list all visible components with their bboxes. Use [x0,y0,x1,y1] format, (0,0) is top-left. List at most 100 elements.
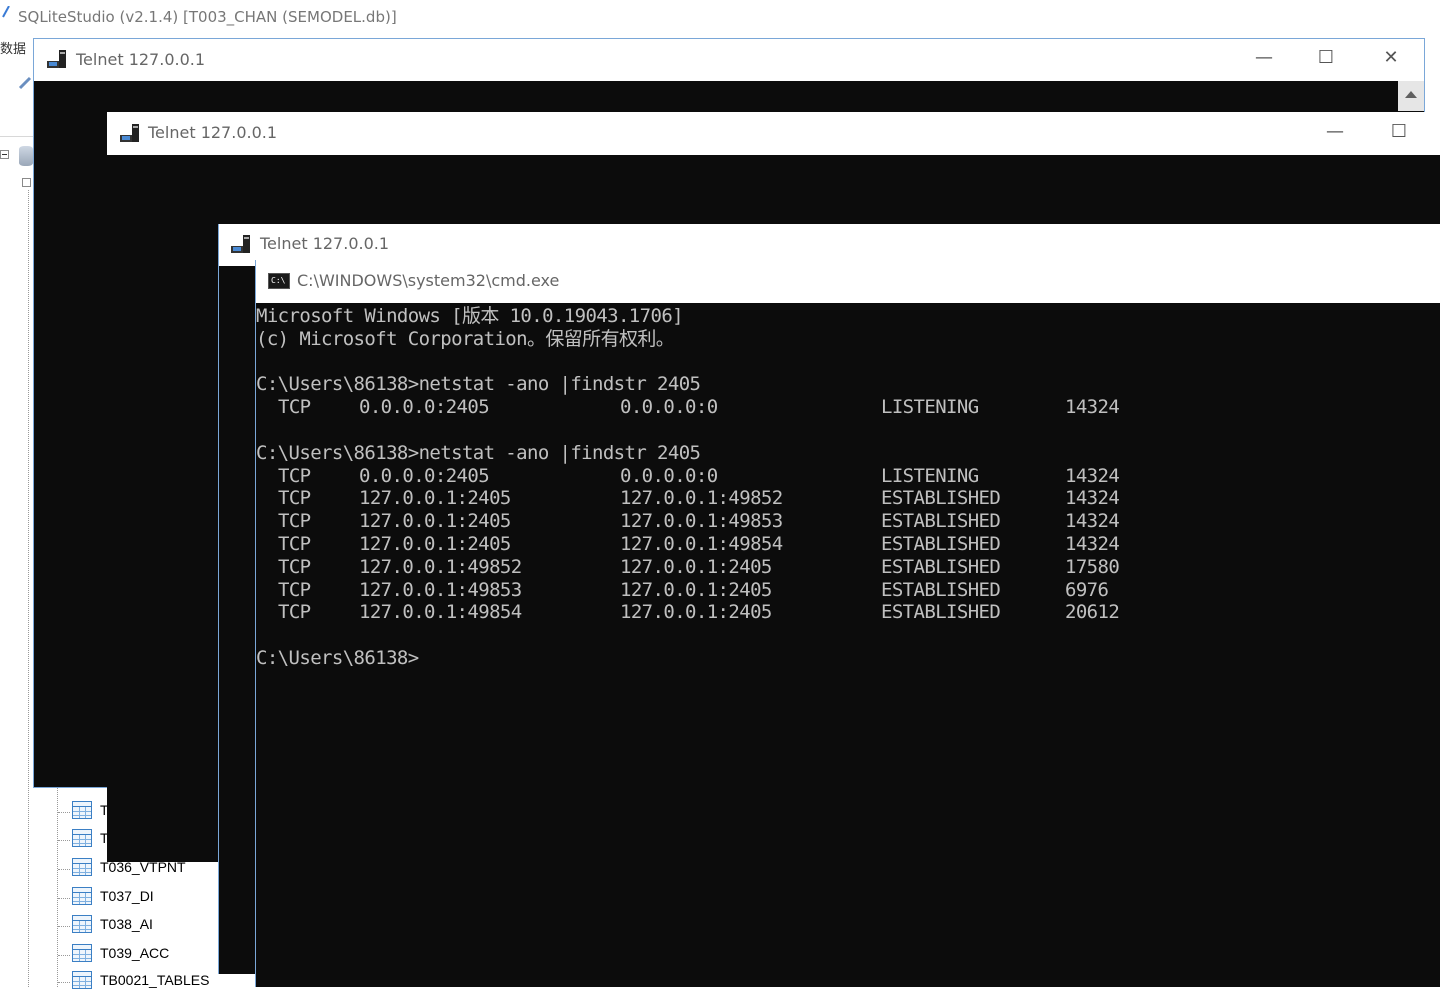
tree-branch-line [58,898,70,899]
tree-collapse-icon[interactable] [0,150,9,159]
telnet-window-1-titlebar[interactable]: Telnet 127.0.0.1 — ☐ ✕ [34,39,1424,81]
cmd-icon-label: C:\ [271,276,286,285]
netstat-pid: 14324 [1065,464,1120,487]
netstat-foreign-address: 127.0.0.1:2405 [620,601,772,624]
telnet-computer-icon [120,124,139,142]
netstat-proto: TCP [278,510,311,533]
netstat-row: TCP 127.0.0.1:2405 127.0.0.1:49853 ESTAB… [256,510,1440,533]
console-line: C:\Users\86138> [256,647,1440,670]
database-icon [19,146,33,166]
console-prompt[interactable]: C:\Users\86138> [256,647,419,670]
netstat-local-address: 0.0.0.0:2405 [359,396,490,419]
netstat-state: ESTABLISHED [881,555,1001,578]
netstat-pid: 20612 [1065,601,1120,624]
panel-divider [0,136,33,137]
table-grid-icon [72,829,92,847]
tree-branch-line [58,955,70,956]
netstat-local-address: 127.0.0.1:2405 [359,487,511,510]
telnet-window-3-title: Telnet 127.0.0.1 [260,234,390,253]
netstat-foreign-address: 127.0.0.1:2405 [620,555,772,578]
maximize-button[interactable]: ☐ [1384,121,1414,142]
tree-branch-line [58,982,70,983]
table-label: T037_DI [100,888,154,904]
table-label: T038_AI [100,916,153,932]
netstat-proto: TCP [278,601,311,624]
netstat-row: TCP 127.0.0.1:49853 127.0.0.1:2405 ESTAB… [256,579,1440,602]
netstat-pid: 14324 [1065,396,1120,419]
cmd-console-icon: C:\ [268,273,290,289]
netstat-state: LISTENING [881,464,979,487]
telnet-computer-icon [47,50,66,68]
telnet-window-2-titlebar[interactable]: Telnet 127.0.0.1 — ☐ [107,112,1440,155]
table-grid-icon [72,944,92,962]
toolbar-pencil-icon[interactable] [18,76,32,90]
netstat-state: LISTENING [881,396,979,419]
netstat-pid: 14324 [1065,532,1120,555]
netstat-foreign-address: 127.0.0.1:2405 [620,578,772,601]
tree-branch-line [58,812,70,813]
maximize-button[interactable]: ☐ [1311,47,1341,68]
netstat-proto: TCP [278,532,311,555]
netstat-local-address: 127.0.0.1:49852 [359,555,522,578]
console-command: C:\Users\86138>netstat -ano |findstr 240… [256,373,701,396]
console-line: Microsoft Windows [版本 10.0.19043.1706] [256,305,1440,328]
telnet-computer-icon [231,235,250,253]
netstat-foreign-address: 127.0.0.1:49854 [620,532,783,555]
netstat-pid: 14324 [1065,487,1120,510]
netstat-foreign-address: 0.0.0.0:0 [620,396,718,419]
tree-branch-line [58,840,70,841]
cmd-window-titlebar[interactable]: C:\ C:\WINDOWS\system32\cmd.exe [256,260,1440,303]
tree-connector-line [28,190,29,987]
netstat-foreign-address: 127.0.0.1:49853 [620,510,783,533]
scrollbar-up-button[interactable] [1398,81,1424,111]
console-header-copyright: (c) Microsoft Corporation。保留所有权利。 [256,327,675,350]
netstat-foreign-address: 0.0.0.0:0 [620,464,718,487]
tree-branch-line [58,869,70,870]
netstat-row: TCP 0.0.0.0:2405 0.0.0.0:0 LISTENING 143… [256,396,1440,419]
sqlitestudio-titlebar[interactable]: SQLiteStudio (v2.1.4) [T003_CHAN (SEMODE… [0,0,1440,34]
netstat-local-address: 127.0.0.1:2405 [359,510,511,533]
console-header-version: Microsoft Windows [版本 10.0.19043.1706] [256,305,684,327]
console-line: C:\Users\86138>netstat -ano |findstr 240… [256,373,1440,396]
netstat-pid: 6976 [1065,578,1109,601]
netstat-pid: 17580 [1065,555,1120,578]
netstat-row: TCP 127.0.0.1:2405 127.0.0.1:49852 ESTAB… [256,487,1440,510]
tree-collapse-icon[interactable] [22,178,31,187]
netstat-proto: TCP [278,487,311,510]
netstat-foreign-address: 127.0.0.1:49852 [620,487,783,510]
close-button[interactable]: ✕ [1376,47,1406,68]
netstat-row: TCP 127.0.0.1:2405 127.0.0.1:49854 ESTAB… [256,533,1440,556]
cmd-window-title: C:\WINDOWS\system32\cmd.exe [297,271,560,290]
sqlitestudio-app-icon [2,6,10,18]
netstat-local-address: 127.0.0.1:49854 [359,601,522,624]
netstat-local-address: 0.0.0.0:2405 [359,464,490,487]
table-grid-icon [72,801,92,819]
netstat-local-address: 127.0.0.1:2405 [359,532,511,555]
arrow-up-icon [1405,91,1417,98]
table-grid-icon [72,858,92,876]
minimize-button[interactable]: — [1249,47,1279,68]
telnet-window-1-title: Telnet 127.0.0.1 [76,50,206,69]
console-output[interactable]: Microsoft Windows [版本 10.0.19043.1706] (… [256,303,1440,987]
netstat-state: ESTABLISHED [881,510,1001,533]
netstat-row: TCP 127.0.0.1:49852 127.0.0.1:2405 ESTAB… [256,556,1440,579]
table-label: T039_ACC [100,945,170,961]
netstat-proto: TCP [278,555,311,578]
table-grid-icon [72,971,92,989]
netstat-state: ESTABLISHED [881,487,1001,510]
table-label: TB0021_TABLES [100,972,210,988]
netstat-local-address: 127.0.0.1:49853 [359,578,522,601]
minimize-button[interactable]: — [1320,121,1350,142]
sqlitestudio-menu-database[interactable]: 数据 [0,38,26,57]
table-grid-icon [72,915,92,933]
netstat-pid: 14324 [1065,510,1120,533]
sqlitestudio-title: SQLiteStudio (v2.1.4) [T003_CHAN (SEMODE… [18,8,397,26]
netstat-state: ESTABLISHED [881,578,1001,601]
cmd-window[interactable]: C:\ C:\WINDOWS\system32\cmd.exe Microsof… [255,260,1440,987]
console-line: (c) Microsoft Corporation。保留所有权利。 [256,328,1440,351]
telnet-window-2-title: Telnet 127.0.0.1 [148,123,278,142]
netstat-proto: TCP [278,464,311,487]
